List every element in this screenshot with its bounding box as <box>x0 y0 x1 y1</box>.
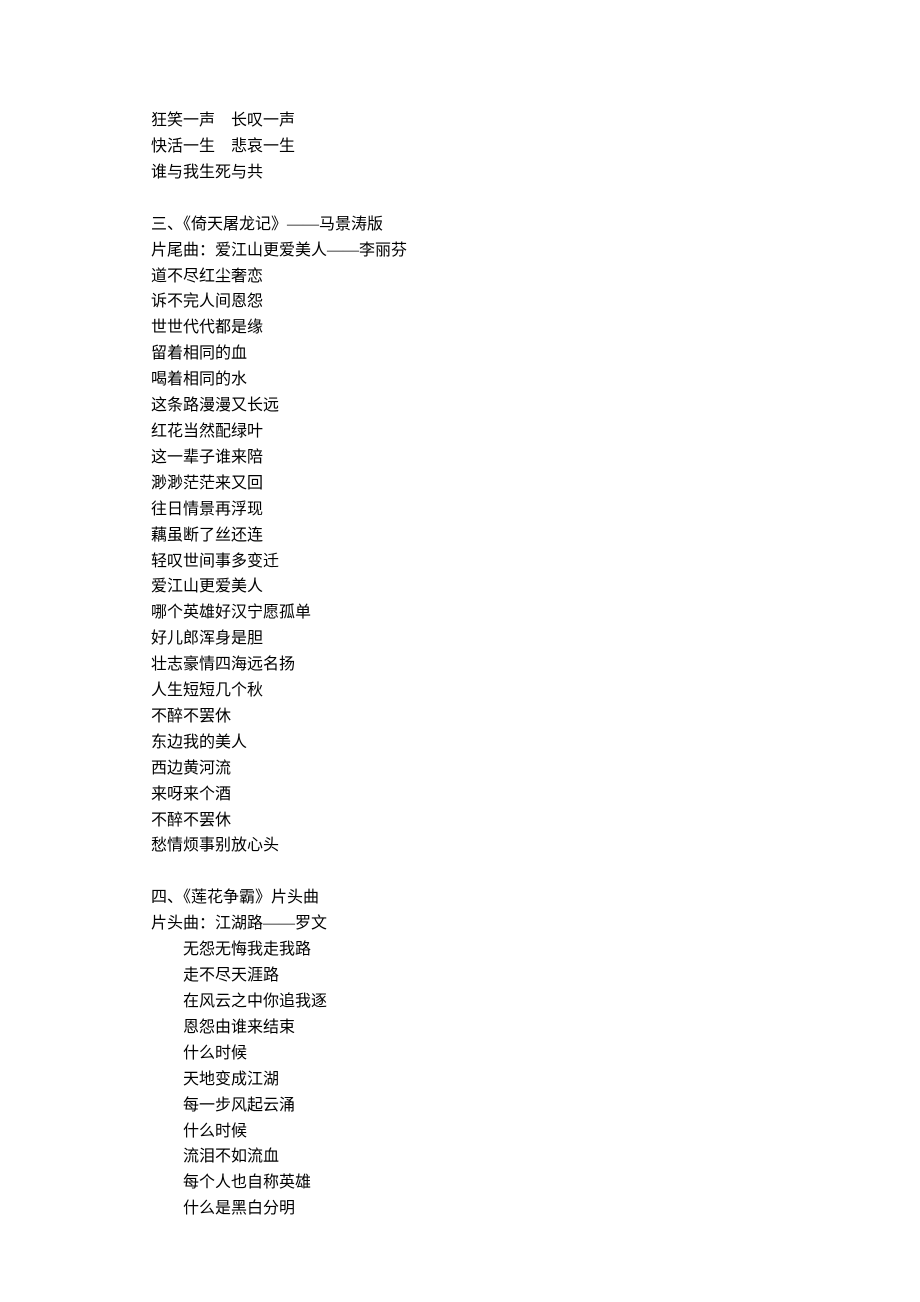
lyric-line: 什么时候 <box>151 1041 920 1067</box>
lyric-line: 在风云之中你追我逐 <box>151 989 920 1015</box>
lyric-line: 愁情烦事别放心头 <box>151 833 920 859</box>
lyric-line: 红花当然配绿叶 <box>151 419 920 445</box>
lyric-line: 这条路漫漫又长远 <box>151 393 920 419</box>
lyric-line: 不醉不罢休 <box>151 704 920 730</box>
lyric-line: 恩怨由谁来结束 <box>151 1015 920 1041</box>
lyrics-block-1: 狂笑一声 长叹一声 快活一生 悲哀一生 谁与我生死与共 <box>151 108 920 186</box>
lyric-line: 喝着相同的水 <box>151 367 920 393</box>
lyric-line: 藕虽断了丝还连 <box>151 523 920 549</box>
lyric-line: 诉不完人间恩怨 <box>151 289 920 315</box>
section-heading: 三、《倚天屠龙记》——马景涛版 <box>151 212 920 238</box>
lyric-line: 世世代代都是缘 <box>151 315 920 341</box>
section-subheading: 片尾曲：爱江山更爱美人——李丽芬 <box>151 238 920 264</box>
lyric-line: 来呀来个酒 <box>151 782 920 808</box>
section-4: 四、《莲花争霸》片头曲 片头曲：江湖路——罗文 无怨无悔我走我路 走不尽天涯路 … <box>151 885 920 1222</box>
spacer <box>151 186 920 212</box>
lyric-line: 轻叹世间事多变迁 <box>151 549 920 575</box>
lyric-line: 狂笑一声 长叹一声 <box>151 108 920 134</box>
lyric-line: 天地变成江湖 <box>151 1067 920 1093</box>
document-page: 狂笑一声 长叹一声 快活一生 悲哀一生 谁与我生死与共 三、《倚天屠龙记》——马… <box>0 0 920 1302</box>
lyric-line: 西边黄河流 <box>151 756 920 782</box>
lyric-line: 每一步风起云涌 <box>151 1093 920 1119</box>
lyric-line: 东边我的美人 <box>151 730 920 756</box>
spacer <box>151 859 920 885</box>
lyric-line: 什么时候 <box>151 1119 920 1145</box>
lyric-line: 这一辈子谁来陪 <box>151 445 920 471</box>
lyric-line: 不醉不罢休 <box>151 808 920 834</box>
lyric-line: 好儿郎浑身是胆 <box>151 626 920 652</box>
lyric-line: 无怨无悔我走我路 <box>151 937 920 963</box>
lyric-line: 每个人也自称英雄 <box>151 1170 920 1196</box>
lyric-line: 人生短短几个秋 <box>151 678 920 704</box>
lyric-line: 渺渺茫茫来又回 <box>151 471 920 497</box>
section-subheading: 片头曲：江湖路——罗文 <box>151 911 920 937</box>
lyric-line: 留着相同的血 <box>151 341 920 367</box>
lyric-line: 走不尽天涯路 <box>151 963 920 989</box>
lyric-line: 往日情景再浮现 <box>151 497 920 523</box>
lyric-line: 壮志豪情四海远名扬 <box>151 652 920 678</box>
section-3: 三、《倚天屠龙记》——马景涛版 片尾曲：爱江山更爱美人——李丽芬 道不尽红尘奢恋… <box>151 212 920 860</box>
lyric-line: 快活一生 悲哀一生 <box>151 134 920 160</box>
lyric-line: 什么是黑白分明 <box>151 1196 920 1222</box>
lyric-line: 流泪不如流血 <box>151 1144 920 1170</box>
lyric-line: 哪个英雄好汉宁愿孤单 <box>151 600 920 626</box>
lyric-line: 爱江山更爱美人 <box>151 574 920 600</box>
lyric-line: 谁与我生死与共 <box>151 160 920 186</box>
lyric-line: 道不尽红尘奢恋 <box>151 264 920 290</box>
section-heading: 四、《莲花争霸》片头曲 <box>151 885 920 911</box>
